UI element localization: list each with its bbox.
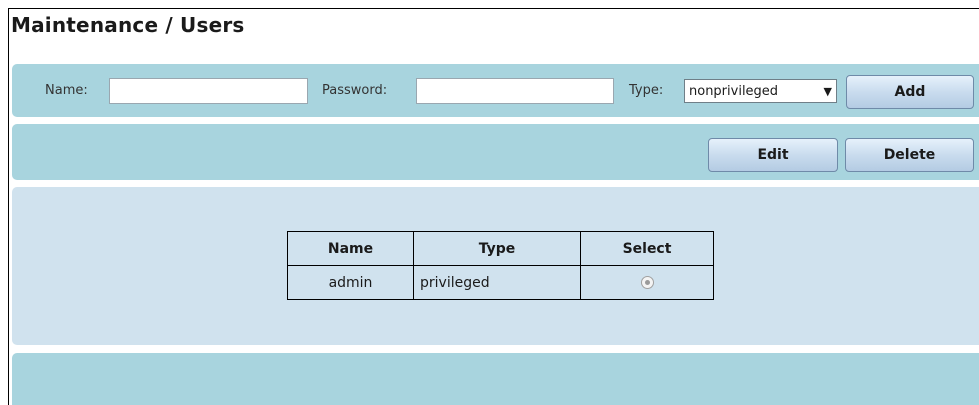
column-header-select: Select [580, 231, 714, 266]
user-name-cell: admin [287, 265, 414, 300]
name-label: Name: [45, 83, 88, 98]
table-header-row: Name Type Select [287, 231, 714, 266]
user-select-radio[interactable] [640, 276, 654, 289]
user-type-cell: privileged [413, 265, 581, 300]
page-title: Maintenance / Users [11, 13, 245, 37]
password-label: Password: [322, 83, 388, 98]
type-label: Type: [629, 83, 664, 98]
column-header-type: Type [413, 231, 581, 266]
footer-bar [12, 353, 979, 405]
edit-button[interactable]: Edit [708, 138, 838, 172]
name-input[interactable] [109, 78, 308, 104]
delete-button[interactable]: Delete [845, 138, 974, 172]
chevron-down-icon: ▼ [823, 84, 832, 98]
type-select-value: nonprivileged [689, 83, 779, 99]
table-row: admin privileged [287, 265, 714, 300]
type-select[interactable]: nonprivileged ▼ [684, 79, 837, 103]
users-table: Name Type Select admin privileged [287, 231, 714, 300]
column-header-name: Name [287, 231, 414, 266]
password-input[interactable] [416, 78, 614, 104]
add-button[interactable]: Add [846, 75, 974, 109]
user-select-cell [580, 265, 714, 300]
